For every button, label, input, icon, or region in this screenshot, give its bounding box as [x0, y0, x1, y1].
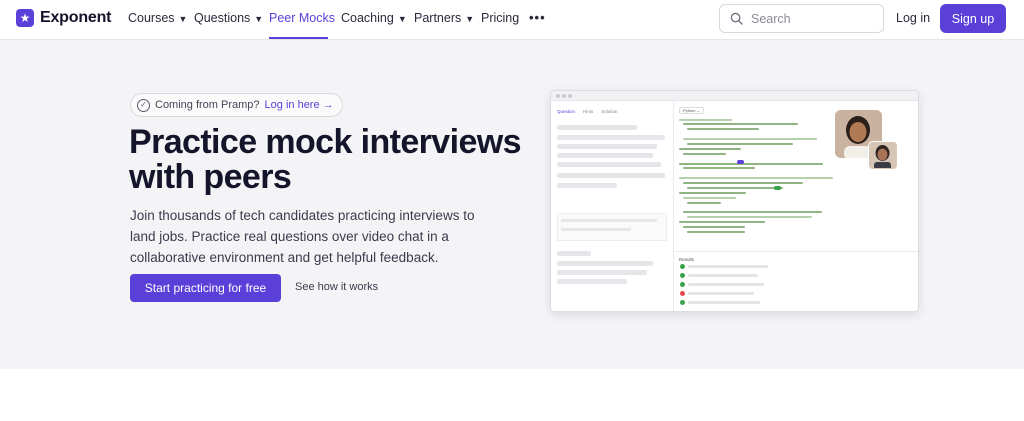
nav-partners-label: Partners [414, 11, 462, 25]
preview-window-bar [551, 91, 918, 101]
nav-courses[interactable]: Courses ▼ [128, 11, 187, 25]
exponent-logo[interactable]: ★ Exponent [16, 9, 111, 27]
pramp-banner[interactable]: ✓ Coming from Pramp? Log in here → [130, 93, 343, 117]
preview-tabs: Question Hints Solution [557, 109, 618, 114]
preview-tab-solution: Solution [601, 109, 618, 114]
preview-results-label: Results [679, 257, 695, 262]
nav-coaching-label: Coaching [341, 11, 394, 25]
search-input[interactable] [751, 11, 861, 26]
hero-subtitle: Join thousands of tech candidates practi… [130, 208, 475, 265]
page-title: Practice mock interviews with peers [129, 123, 522, 196]
preview-tab-hints: Hints [583, 109, 594, 114]
nav-courses-label: Courses [128, 11, 175, 25]
brand-name: Exponent [40, 9, 112, 26]
nav-coaching[interactable]: Coaching ▼ [341, 11, 407, 25]
preview-language-select: Python ⌄ [679, 107, 704, 114]
nav-partners[interactable]: Partners ▼ [414, 11, 474, 25]
nav-questions[interactable]: Questions ▼ [194, 11, 263, 25]
chevron-down-icon: ▼ [397, 13, 407, 24]
star-logo-icon: ★ [16, 9, 34, 27]
cursor-label-icon [774, 186, 781, 190]
see-how-it-works-link[interactable]: See how it works [295, 281, 378, 293]
nav-pricing[interactable]: Pricing [481, 11, 519, 25]
chevron-down-icon: ▼ [254, 13, 264, 24]
check-circle-icon: ✓ [137, 98, 150, 112]
signup-button[interactable]: Sign up [940, 4, 1006, 33]
start-practicing-button[interactable]: Start practicing for free [130, 274, 281, 302]
search-icon [730, 12, 743, 25]
pramp-text: Coming from Pramp? [155, 99, 260, 111]
chevron-down-icon: ▼ [178, 13, 188, 24]
nav-peer-mocks-label: Peer Mocks [269, 11, 335, 25]
top-navigation: ★ Exponent Courses ▼ Questions ▼ Peer Mo… [0, 0, 1024, 40]
active-tab-indicator [269, 37, 328, 39]
page-body [0, 369, 1024, 421]
nav-questions-label: Questions [194, 11, 251, 25]
pramp-login-link[interactable]: Log in here → [265, 99, 334, 111]
nav-peer-mocks[interactable]: Peer Mocks [269, 11, 335, 25]
cursor-label-icon [737, 160, 744, 164]
login-link[interactable]: Log in [896, 11, 930, 25]
chevron-down-icon: ▼ [465, 13, 475, 24]
preview-tab-question: Question [557, 109, 576, 114]
ellipsis-icon[interactable]: ••• [529, 10, 546, 25]
candidate-video-avatar [868, 141, 898, 170]
preview-code-line [679, 229, 917, 234]
preview-results-panel: Results [675, 251, 918, 311]
search-box[interactable] [719, 4, 884, 33]
preview-question-panel: Question Hints Solution [551, 101, 674, 311]
preview-code-editor: Python ⌄ Results [675, 101, 918, 311]
nav-pricing-label: Pricing [481, 11, 520, 25]
